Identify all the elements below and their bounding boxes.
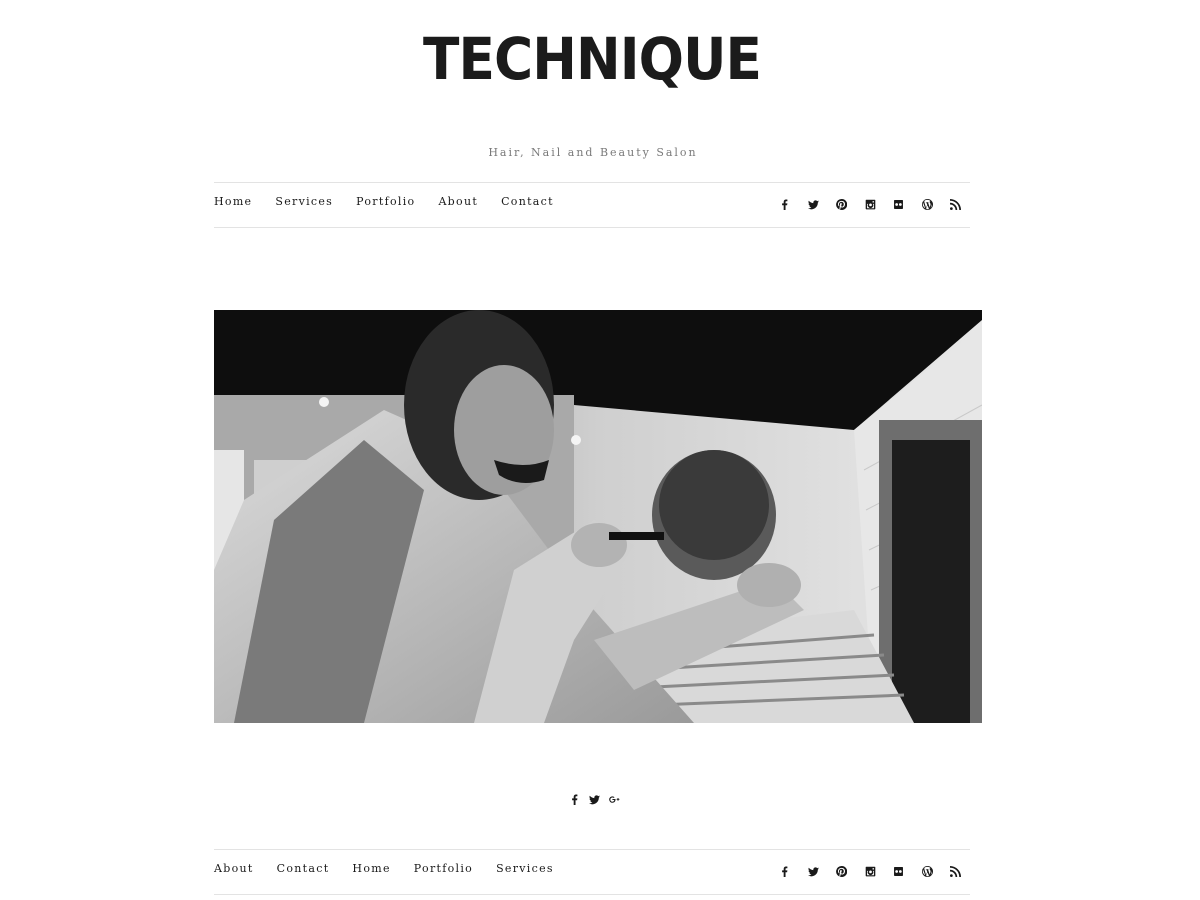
barber-photo	[214, 310, 982, 723]
footer-item-about[interactable]: About	[214, 862, 254, 876]
site-title[interactable]: TECHNIQUE	[47, 24, 1136, 94]
wordpress-icon[interactable]	[913, 196, 942, 212]
twitter-icon[interactable]	[799, 863, 828, 879]
share-links	[560, 791, 628, 807]
nav-item-portfolio[interactable]: Portfolio	[356, 195, 415, 209]
footer-menu: About Contact Home Portfolio Services	[214, 862, 577, 876]
nav-item-services[interactable]: Services	[275, 195, 333, 209]
instagram-icon[interactable]	[856, 196, 885, 212]
wordpress-icon[interactable]	[913, 863, 942, 879]
pinterest-icon[interactable]	[828, 196, 857, 212]
nav-item-contact[interactable]: Contact	[501, 195, 554, 209]
instagram-icon[interactable]	[856, 863, 885, 879]
footer-nav: About Contact Home Portfolio Services	[214, 849, 970, 895]
share-twitter-icon[interactable]	[587, 791, 601, 807]
header-nav: Home Services Portfolio About Contact	[214, 182, 970, 228]
flickr-icon[interactable]	[885, 863, 914, 879]
pinterest-icon[interactable]	[828, 863, 857, 879]
hero-image	[214, 310, 982, 723]
rss-icon[interactable]	[942, 863, 971, 879]
header-menu: Home Services Portfolio About Contact	[214, 195, 577, 209]
footer-social-links	[771, 863, 971, 879]
footer-item-contact[interactable]: Contact	[277, 862, 330, 876]
share-facebook-icon[interactable]	[567, 791, 581, 807]
footer-item-services[interactable]: Services	[496, 862, 554, 876]
header-social-links	[771, 196, 971, 212]
nav-item-about[interactable]: About	[438, 195, 478, 209]
footer-item-portfolio[interactable]: Portfolio	[414, 862, 473, 876]
site-tagline: Hair, Nail and Beauty Salon	[488, 146, 698, 159]
flickr-icon[interactable]	[885, 196, 914, 212]
twitter-icon[interactable]	[799, 196, 828, 212]
share-google-plus-icon[interactable]	[607, 791, 621, 807]
facebook-icon[interactable]	[771, 196, 800, 212]
nav-item-home[interactable]: Home	[214, 195, 252, 209]
rss-icon[interactable]	[942, 196, 971, 212]
facebook-icon[interactable]	[771, 863, 800, 879]
footer-item-home[interactable]: Home	[352, 862, 390, 876]
